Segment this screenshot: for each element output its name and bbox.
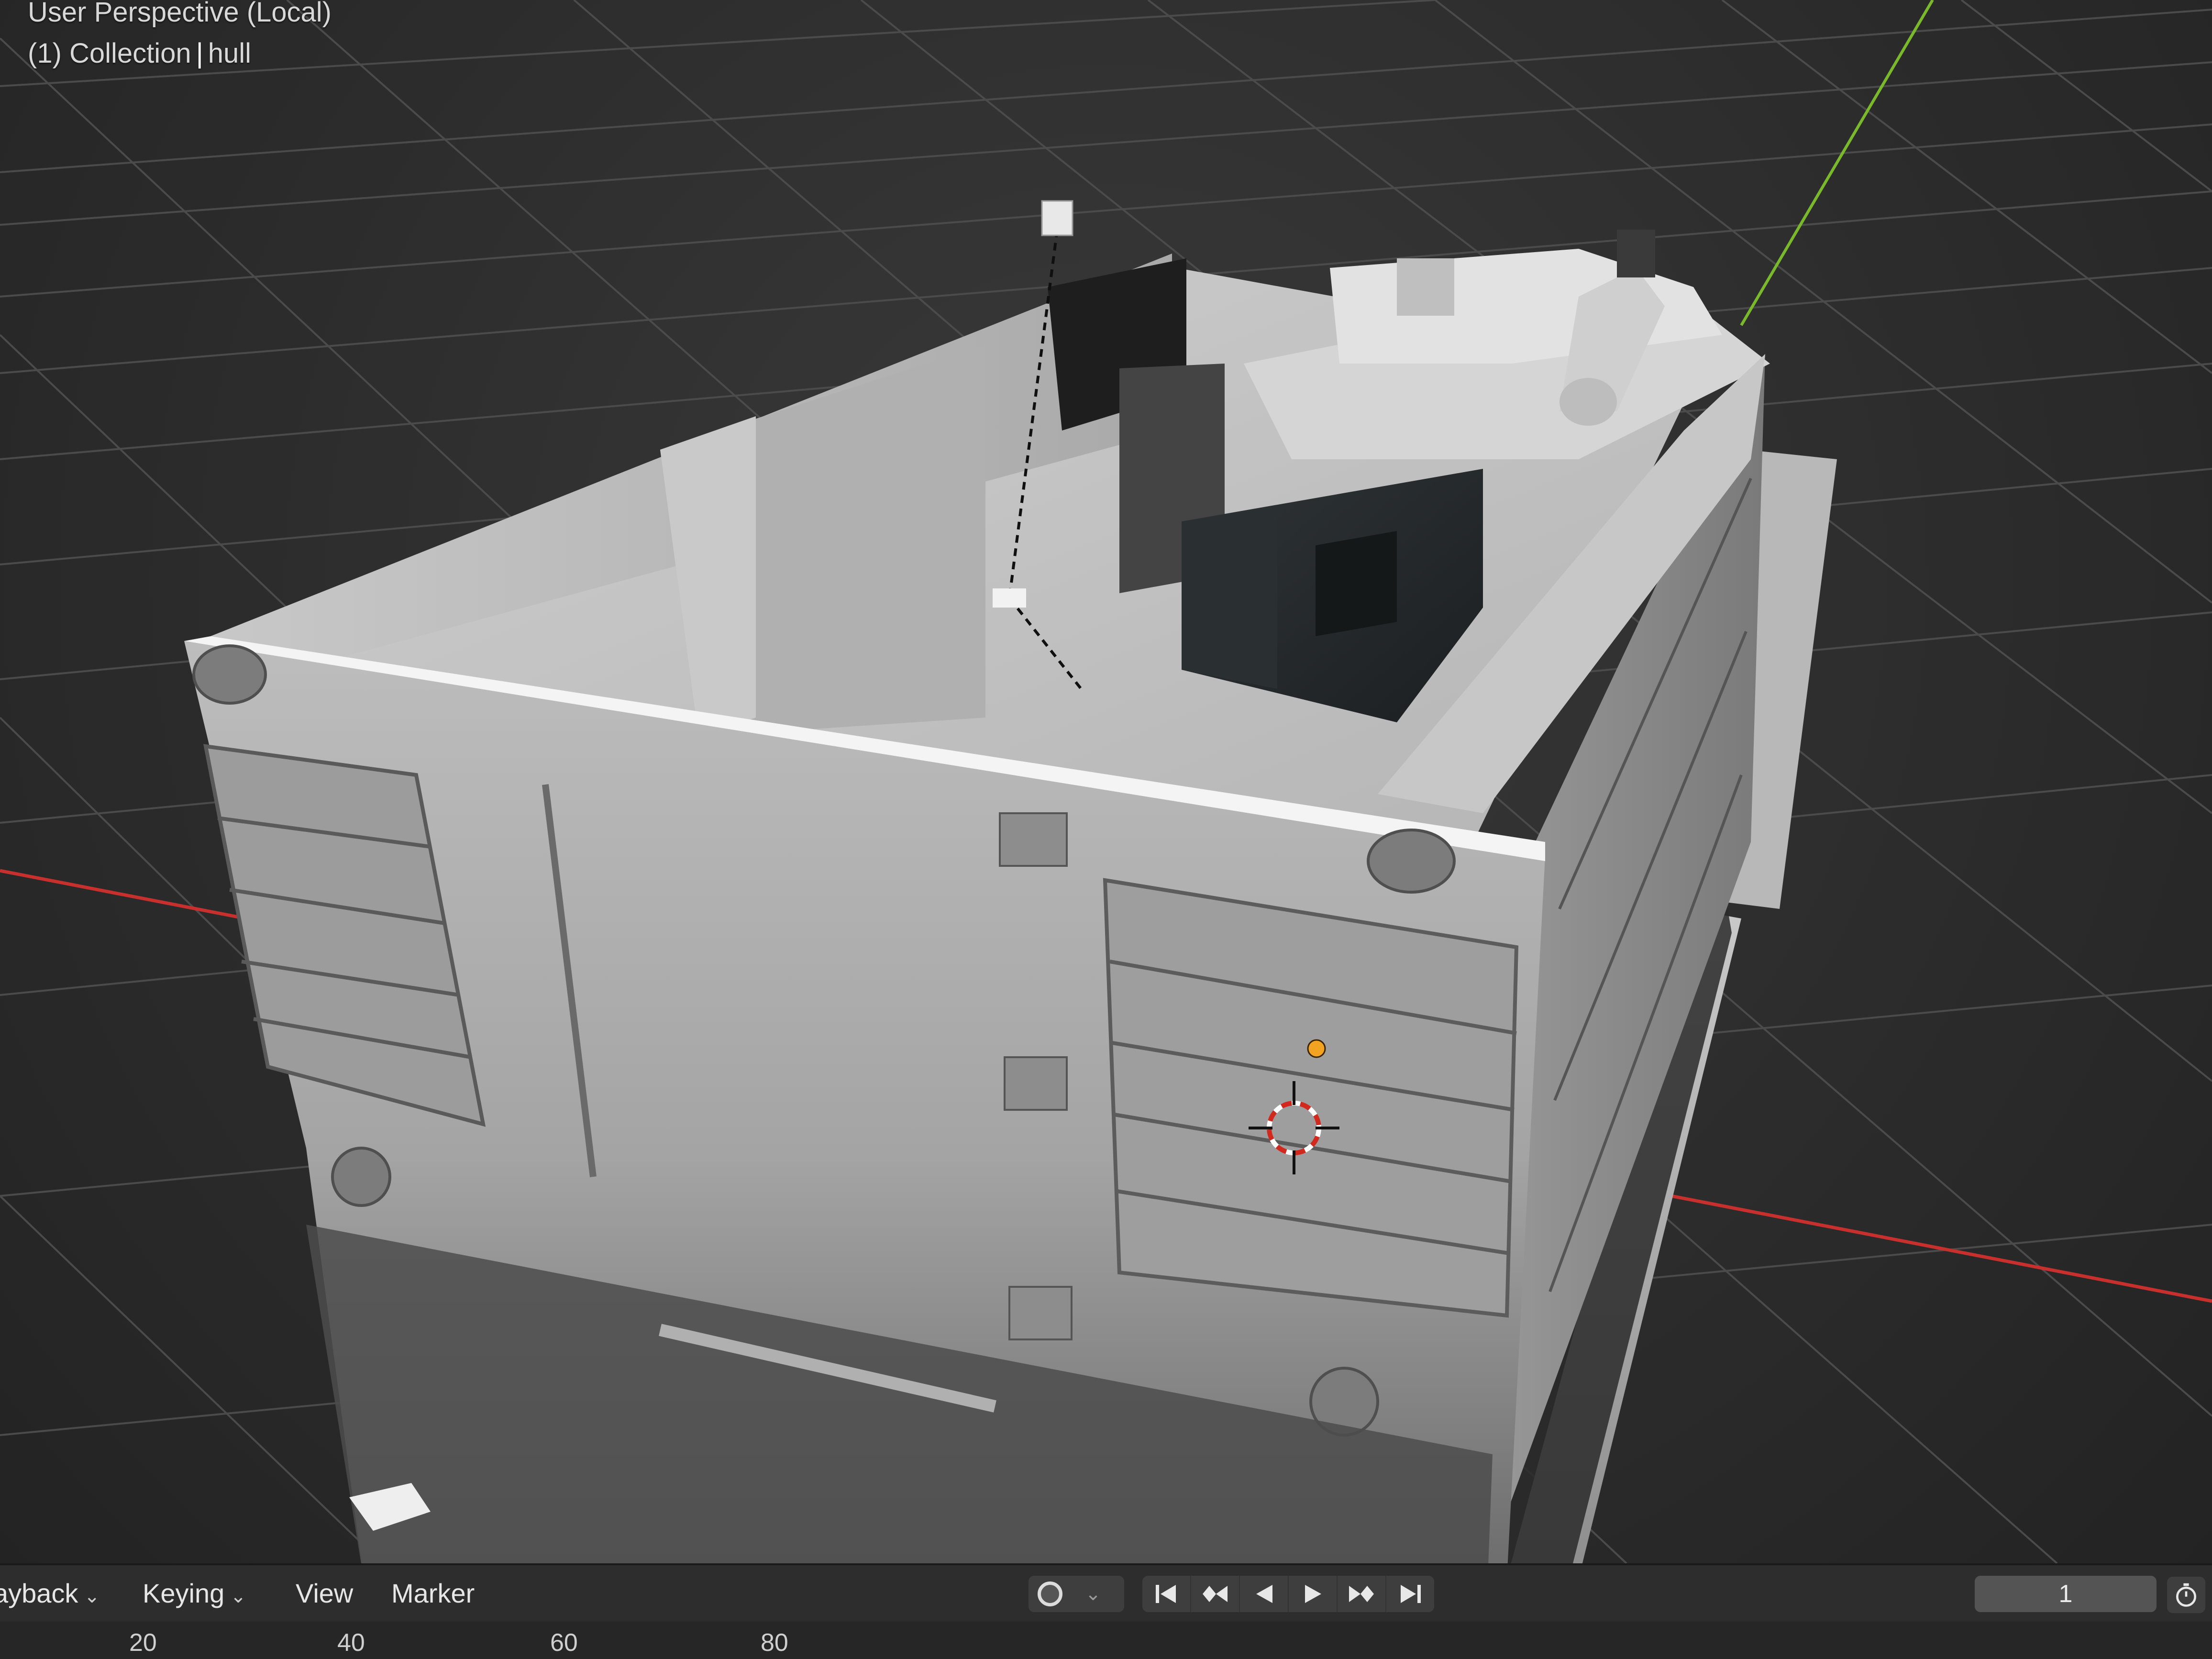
playback-menu-label: ayback xyxy=(0,1578,78,1608)
jump-to-end-icon xyxy=(1401,1585,1421,1603)
y-axis-line xyxy=(1740,0,1934,326)
playback-controls xyxy=(1142,1576,1434,1612)
ruler-tick-label: 60 xyxy=(550,1629,578,1657)
auto-keying-toggle[interactable] xyxy=(1029,1576,1072,1612)
object-origin-dot xyxy=(1307,1039,1326,1058)
chevron-down-icon: ⌄ xyxy=(84,1586,100,1607)
right-hatch xyxy=(1103,878,1519,1318)
active-object-name: hull xyxy=(208,38,252,69)
ruler-tick-label: 20 xyxy=(129,1629,157,1657)
3d-viewport[interactable] xyxy=(0,0,2212,1563)
collection-label: (1) Collection xyxy=(28,38,191,69)
play-reverse-icon xyxy=(1256,1585,1272,1603)
chevron-down-icon: ⌄ xyxy=(1085,1583,1101,1604)
stopwatch-icon[interactable] xyxy=(2167,1577,2205,1613)
ruler-tick-label: 40 xyxy=(337,1629,365,1657)
timeline-ruler[interactable]: 20 40 60 80 xyxy=(0,1622,2212,1659)
jump-to-next-keyframe-button[interactable] xyxy=(1338,1576,1386,1612)
jump-to-start-icon xyxy=(1156,1585,1176,1603)
keying-menu[interactable]: Keying ⌄ xyxy=(143,1575,246,1612)
light-helper-icon xyxy=(1041,200,1073,236)
keying-menu-label: Keying xyxy=(143,1578,225,1608)
jump-to-keyframe-prev-icon xyxy=(1203,1586,1228,1602)
viewport-view-name: User Perspective (Local) xyxy=(28,0,332,28)
play-reverse-button[interactable] xyxy=(1240,1576,1289,1612)
play-icon xyxy=(1305,1585,1321,1603)
jump-to-keyframe-next-icon xyxy=(1349,1586,1374,1602)
chevron-down-icon: ⌄ xyxy=(230,1586,246,1607)
timeline-editor: ayback ⌄ Keying ⌄ View Marker ⌄ 1 20 40 … xyxy=(0,1563,2212,1659)
context-separator: | xyxy=(196,38,203,69)
jump-to-end-button[interactable] xyxy=(1386,1576,1434,1612)
playback-menu[interactable]: ayback ⌄ xyxy=(0,1575,100,1612)
jump-to-start-button[interactable] xyxy=(1142,1576,1191,1612)
blender-window: User Perspective (Local) (1) Collection |… xyxy=(0,0,2212,1659)
timeline-header: ayback ⌄ Keying ⌄ View Marker ⌄ 1 xyxy=(0,1565,2212,1622)
auto-keying-control: ⌄ xyxy=(1029,1576,1124,1612)
view-menu[interactable]: View xyxy=(296,1575,353,1612)
record-icon xyxy=(1038,1582,1062,1606)
play-button[interactable] xyxy=(1289,1576,1338,1612)
viewport-context-line: (1) Collection | hull xyxy=(28,37,251,69)
ruler-tick-label: 80 xyxy=(761,1629,788,1657)
marker-menu[interactable]: Marker xyxy=(391,1575,475,1612)
current-frame-field[interactable]: 1 xyxy=(1975,1576,2157,1612)
jump-to-prev-keyframe-button[interactable] xyxy=(1191,1576,1240,1612)
auto-keying-dropdown[interactable]: ⌄ xyxy=(1072,1576,1115,1612)
